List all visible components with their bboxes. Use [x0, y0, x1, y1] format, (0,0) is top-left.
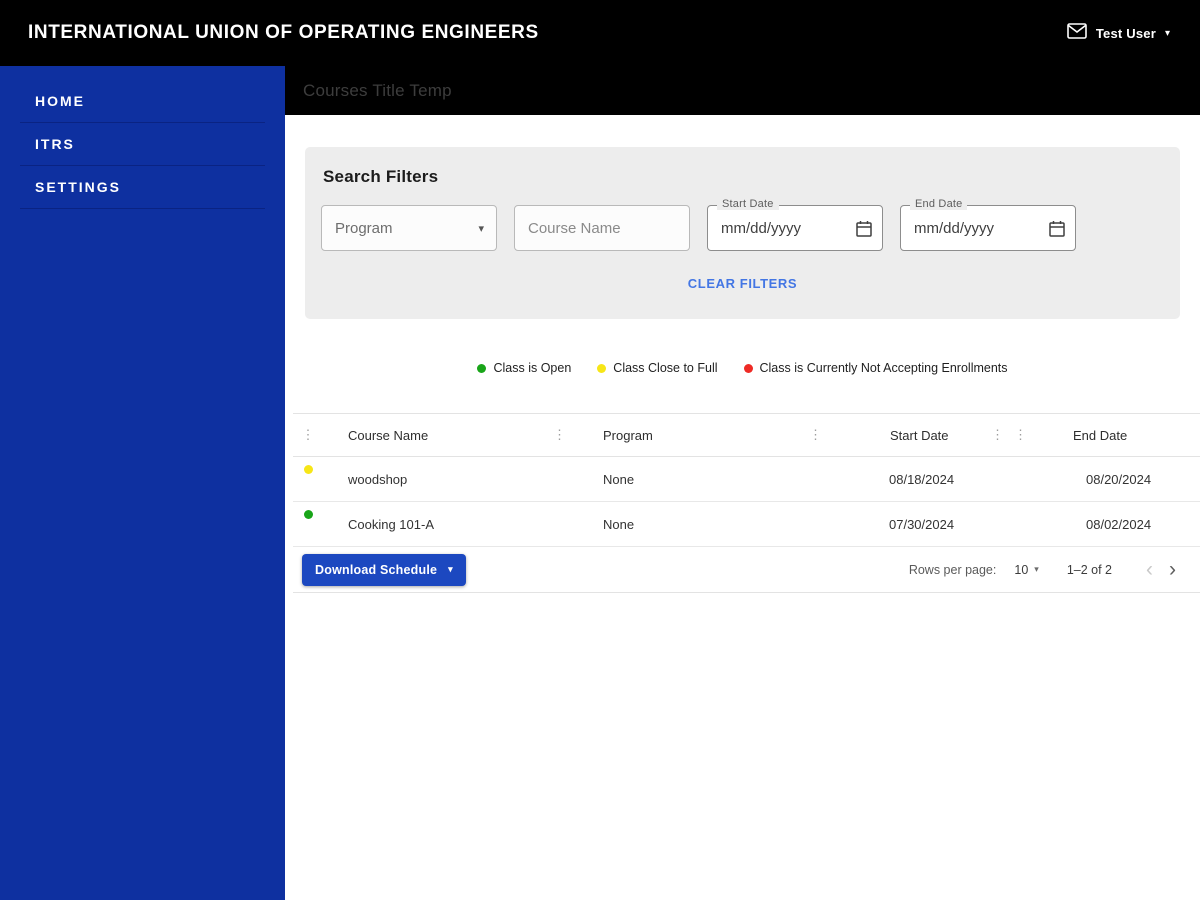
- app-title: INTERNATIONAL UNION OF OPERATING ENGINEE…: [28, 22, 539, 43]
- sidebar: HOME ITRS SETTINGS: [0, 66, 285, 900]
- cell-start-date: 08/18/2024: [889, 471, 955, 487]
- program-select[interactable]: Program ▾: [321, 205, 497, 251]
- table-row[interactable]: woodshop None 08/18/2024 08/20/2024: [293, 457, 1200, 502]
- end-date-value: mm/dd/yyyy: [914, 219, 995, 237]
- status-legend: Class is Open Class Close to Full Class …: [285, 361, 1200, 375]
- rows-per-page-select[interactable]: 10 ▾: [1014, 563, 1038, 577]
- filters-title: Search Filters: [323, 167, 439, 186]
- filters-row: Program ▾ Start Date mm/dd/yyyy: [321, 198, 1164, 251]
- cell-start-date: 07/30/2024: [889, 516, 955, 532]
- column-menu-icon[interactable]: ⋮: [553, 427, 566, 443]
- pagination-range: 1–2 of 2: [1066, 562, 1112, 577]
- sidebar-item-label: HOME: [35, 93, 85, 109]
- yellow-dot-icon: [597, 363, 607, 373]
- cell-end-date: 08/02/2024: [1086, 516, 1152, 532]
- cell-course-name: woodshop: [348, 471, 408, 487]
- page-titlebar: Courses Title Temp: [285, 66, 1200, 115]
- download-schedule-label: Download Schedule: [315, 562, 438, 577]
- chevron-down-icon: ▾: [448, 564, 453, 574]
- user-menu[interactable]: Test User ▾: [1067, 22, 1170, 44]
- legend-item-not-accepting: Class is Currently Not Accepting Enrollm…: [743, 361, 1008, 375]
- cell-program: None: [603, 516, 635, 532]
- start-date-label: Start Date: [717, 198, 779, 210]
- mail-icon: [1067, 22, 1087, 44]
- column-label: Program: [603, 427, 653, 443]
- column-label: Start Date: [890, 427, 949, 443]
- end-date-field[interactable]: End Date mm/dd/yyyy: [900, 198, 1076, 251]
- previous-page-button[interactable]: ‹: [1138, 557, 1161, 582]
- end-date-label: End Date: [910, 198, 968, 210]
- sidebar-item-settings[interactable]: SETTINGS: [20, 166, 265, 209]
- status-dot-icon: [303, 510, 313, 519]
- page-title: Courses Title Temp: [303, 80, 452, 100]
- column-label: Course Name: [348, 427, 429, 443]
- status-dot-icon: [303, 465, 313, 474]
- legend-item-close-to-full: Class Close to Full: [597, 361, 718, 375]
- course-name-field-wrap: [514, 205, 690, 251]
- download-schedule-button[interactable]: Download Schedule ▾: [302, 553, 466, 586]
- column-program[interactable]: Program ⋮: [578, 414, 834, 456]
- sidebar-item-itrs[interactable]: ITRS: [20, 123, 265, 166]
- user-name: Test User: [1095, 25, 1156, 41]
- legend-item-open: Class is Open: [477, 361, 571, 375]
- table-footer: Download Schedule ▾ Rows per page: 10 ▾ …: [293, 547, 1200, 593]
- cell-program: None: [603, 471, 635, 487]
- search-filters-panel: Search Filters Program ▾ Start Date mm/d…: [305, 147, 1180, 319]
- sidebar-item-home[interactable]: HOME: [20, 80, 265, 123]
- chevron-down-icon: ▾: [1164, 27, 1170, 39]
- next-page-button[interactable]: ›: [1161, 557, 1184, 582]
- sidebar-item-label: SETTINGS: [35, 179, 122, 195]
- red-dot-icon: [743, 363, 753, 373]
- start-date-value: mm/dd/yyyy: [721, 219, 802, 237]
- column-menu-icon[interactable]: ⋮: [1014, 427, 1027, 443]
- calendar-icon[interactable]: [856, 220, 872, 237]
- table-header-row: ⋮ Course Name ⋮ Program ⋮ Start Date ⋮ ⋮…: [293, 414, 1200, 457]
- column-end-date[interactable]: End Date: [1039, 414, 1200, 456]
- course-name-input[interactable]: [515, 206, 689, 250]
- clear-filters-wrap: CLEAR FILTERS: [321, 275, 1164, 293]
- chevron-down-icon: ▾: [478, 222, 484, 235]
- column-course-name[interactable]: Course Name ⋮: [323, 414, 578, 456]
- cell-course-name: Cooking 101-A: [348, 516, 434, 532]
- column-start-date[interactable]: Start Date ⋮ ⋮: [834, 414, 1039, 456]
- rows-per-page-label: Rows per page:: [908, 562, 997, 577]
- cell-end-date: 08/20/2024: [1086, 471, 1152, 487]
- column-label: End Date: [1073, 427, 1128, 443]
- legend-label: Class Close to Full: [613, 361, 718, 375]
- column-menu-icon[interactable]: ⋮: [293, 427, 323, 443]
- top-header: INTERNATIONAL UNION OF OPERATING ENGINEE…: [0, 0, 1200, 66]
- green-dot-icon: [477, 363, 487, 373]
- row-status-cell: [293, 502, 323, 546]
- column-menu-icon[interactable]: ⋮: [991, 427, 1004, 443]
- legend-label: Class is Currently Not Accepting Enrollm…: [759, 361, 1008, 375]
- rows-per-page-value: 10: [1014, 562, 1029, 577]
- column-menu-icon[interactable]: ⋮: [809, 427, 822, 443]
- calendar-icon[interactable]: [1049, 220, 1065, 237]
- courses-table: ⋮ Course Name ⋮ Program ⋮ Start Date ⋮ ⋮…: [293, 413, 1200, 593]
- sidebar-item-label: ITRS: [35, 136, 75, 152]
- chevron-down-icon: ▾: [1034, 564, 1039, 574]
- clear-filters-button[interactable]: CLEAR FILTERS: [688, 276, 797, 291]
- pagination-controls: Rows per page: 10 ▾ 1–2 of 2 ‹ ›: [909, 557, 1184, 582]
- row-status-cell: [293, 457, 323, 501]
- program-select-value: Program: [335, 219, 393, 237]
- legend-label: Class is Open: [493, 361, 572, 375]
- start-date-field[interactable]: Start Date mm/dd/yyyy: [707, 198, 883, 251]
- table-row[interactable]: Cooking 101-A None 07/30/2024 08/02/2024: [293, 502, 1200, 547]
- main-content: Search Filters Program ▾ Start Date mm/d…: [285, 115, 1200, 900]
